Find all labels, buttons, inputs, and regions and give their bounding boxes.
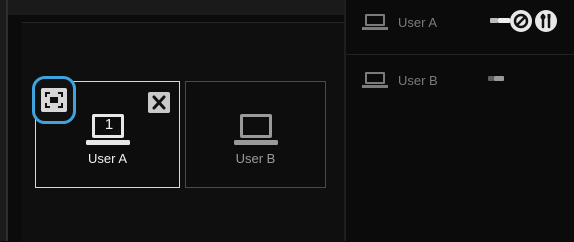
laptop-icon <box>233 114 278 145</box>
tile-label-user-a: User A <box>87 151 127 166</box>
left-edge-divider <box>6 0 8 241</box>
close-button[interactable] <box>148 92 170 113</box>
laptop-icon <box>362 14 388 30</box>
panel-divider <box>344 0 346 241</box>
user-list-item-user-b[interactable]: User B <box>362 70 574 90</box>
laptop-icon <box>362 72 388 88</box>
tile-label-user-b: User B <box>235 151 276 166</box>
block-icon[interactable] <box>510 10 532 32</box>
user-name: User B <box>398 73 438 88</box>
top-bar <box>8 0 344 15</box>
tools-icon[interactable] <box>535 10 557 32</box>
user-list-divider <box>346 54 574 55</box>
close-icon <box>152 95 166 110</box>
fullscreen-icon <box>41 88 67 112</box>
screen-number: 1 <box>104 116 114 133</box>
fullscreen-button[interactable] <box>32 76 76 124</box>
screen-tile-user-b[interactable]: User B <box>185 81 326 188</box>
signal-indicator <box>490 18 498 23</box>
signal-indicator <box>494 76 504 81</box>
user-list-item-user-a[interactable]: User A <box>362 10 574 32</box>
signal-indicator <box>498 18 510 23</box>
user-name: User A <box>398 15 438 30</box>
